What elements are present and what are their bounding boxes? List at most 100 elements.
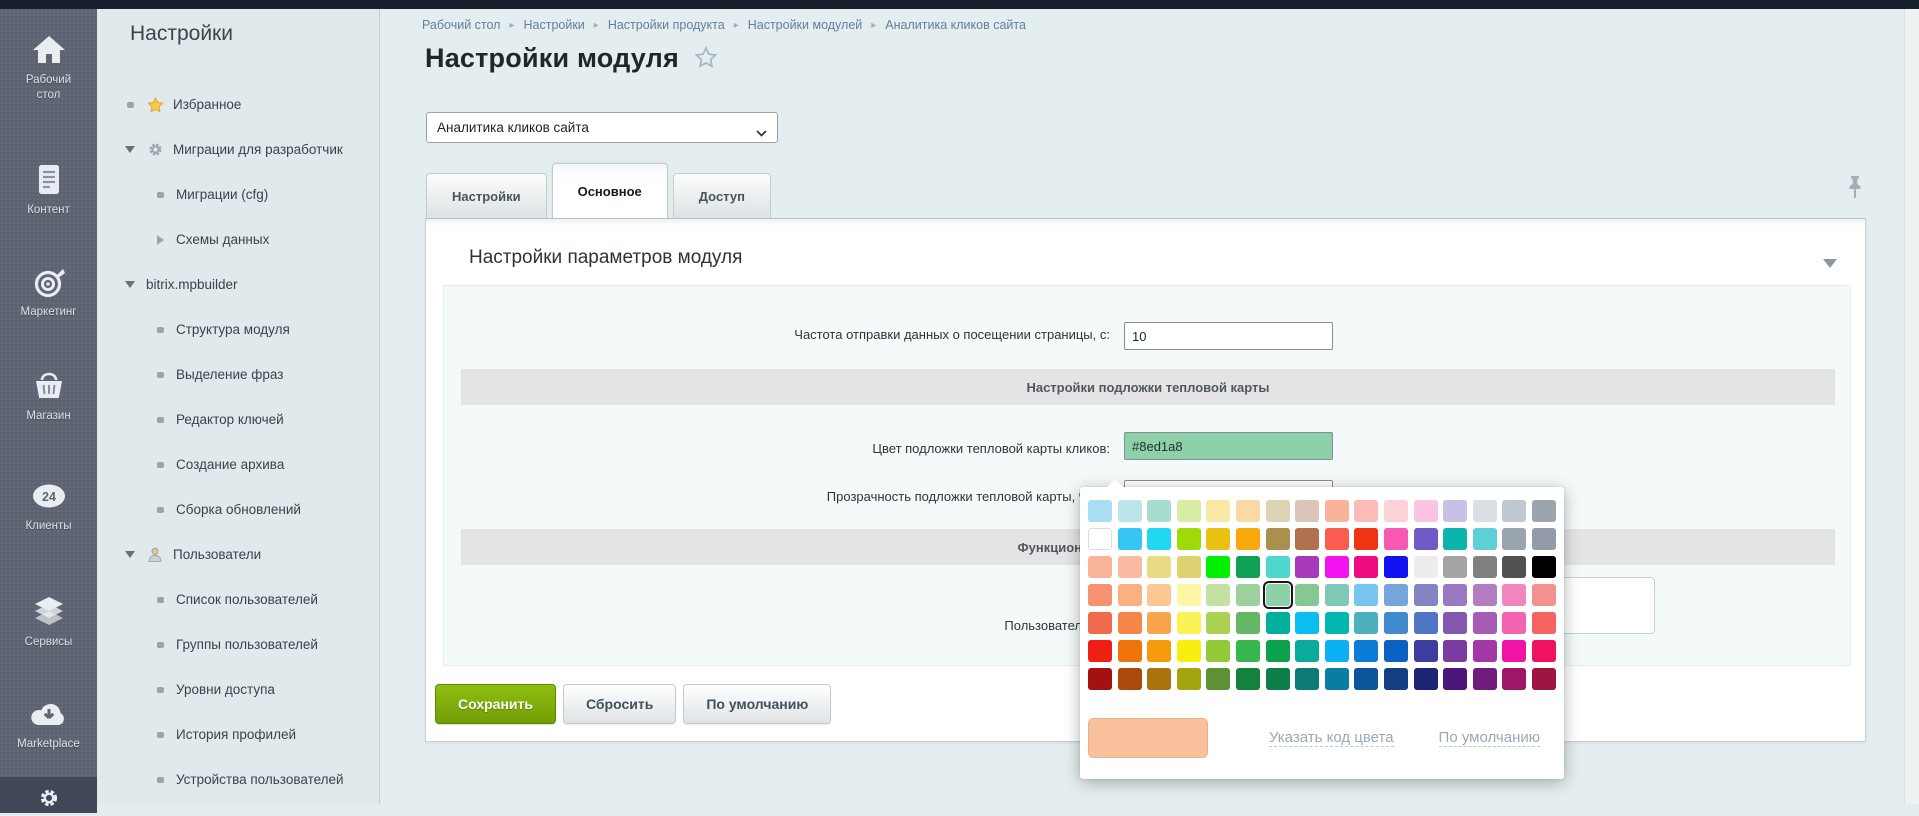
nav-item-13[interactable]: Группы пользователей <box>97 622 379 667</box>
color-swatch[interactable] <box>1147 500 1171 522</box>
color-swatch-selected[interactable] <box>1266 584 1290 606</box>
color-swatch[interactable] <box>1236 584 1260 606</box>
color-swatch[interactable] <box>1325 556 1349 578</box>
color-swatch[interactable] <box>1325 612 1349 634</box>
color-swatch[interactable] <box>1354 584 1378 606</box>
underlay-color-input[interactable] <box>1124 432 1333 460</box>
color-swatch[interactable] <box>1295 584 1319 606</box>
color-swatch[interactable] <box>1384 584 1408 606</box>
color-swatch[interactable] <box>1414 556 1438 578</box>
default-button[interactable]: По умолчанию <box>683 684 831 724</box>
color-swatch[interactable] <box>1177 528 1201 550</box>
color-swatch[interactable] <box>1354 500 1378 522</box>
color-swatch[interactable] <box>1236 500 1260 522</box>
color-swatch[interactable] <box>1502 500 1526 522</box>
expand-arrow-icon[interactable] <box>122 551 138 558</box>
frequency-input[interactable] <box>1124 322 1333 350</box>
color-swatch[interactable] <box>1473 556 1497 578</box>
color-swatch[interactable] <box>1118 640 1142 662</box>
nav-item-14[interactable]: Уровни доступа <box>97 667 379 712</box>
color-swatch[interactable] <box>1147 668 1171 690</box>
nav-item-10[interactable]: Сборка обновлений <box>97 487 379 532</box>
collapse-arrow-icon[interactable] <box>152 235 168 245</box>
color-swatch[interactable] <box>1502 528 1526 550</box>
scrollbar[interactable] <box>1904 9 1919 804</box>
color-swatch[interactable] <box>1206 556 1230 578</box>
color-swatch[interactable] <box>1177 612 1201 634</box>
nav-item-5[interactable]: bitrix.mpbuilder <box>97 262 379 307</box>
color-swatch[interactable] <box>1236 668 1260 690</box>
nav-item-15[interactable]: История профилей <box>97 712 379 757</box>
color-swatch[interactable] <box>1532 500 1556 522</box>
tab-2[interactable]: Основное <box>552 163 668 218</box>
sidebar-item-2[interactable]: Контент <box>0 163 97 218</box>
nav-item-3[interactable]: Миграции (cfg) <box>97 172 379 217</box>
nav-item-6[interactable]: Структура модуля <box>97 307 379 352</box>
color-swatch[interactable] <box>1147 528 1171 550</box>
color-swatch[interactable] <box>1473 612 1497 634</box>
breadcrumb-item-1[interactable]: Рабочий стол <box>422 18 500 32</box>
sidebar-item-6[interactable]: Сервисы <box>0 595 97 650</box>
default-color-link[interactable]: По умолчанию <box>1439 729 1540 747</box>
nav-item-11[interactable]: Пользователи <box>97 532 379 577</box>
color-swatch[interactable] <box>1443 640 1467 662</box>
nav-item-9[interactable]: Создание архива <box>97 442 379 487</box>
color-swatch[interactable] <box>1295 640 1319 662</box>
color-swatch[interactable] <box>1206 668 1230 690</box>
color-swatch[interactable] <box>1177 668 1201 690</box>
color-swatch[interactable] <box>1147 556 1171 578</box>
color-swatch[interactable] <box>1414 584 1438 606</box>
color-swatch[interactable] <box>1118 528 1142 550</box>
nav-item-16[interactable]: Устройства пользователей <box>97 757 379 802</box>
color-swatch[interactable] <box>1414 612 1438 634</box>
color-swatch[interactable] <box>1532 612 1556 634</box>
color-swatch[interactable] <box>1384 668 1408 690</box>
color-swatch[interactable] <box>1088 612 1112 634</box>
tab-1[interactable]: Настройки <box>426 173 547 218</box>
color-swatch[interactable] <box>1088 584 1112 606</box>
color-swatch[interactable] <box>1502 612 1526 634</box>
module-select[interactable]: Аналитика кликов сайта <box>426 112 778 143</box>
color-swatch[interactable] <box>1118 612 1142 634</box>
color-swatch[interactable] <box>1266 612 1290 634</box>
color-swatch[interactable] <box>1502 556 1526 578</box>
color-swatch[interactable] <box>1414 528 1438 550</box>
color-swatch[interactable] <box>1443 584 1467 606</box>
color-swatch[interactable] <box>1236 612 1260 634</box>
color-swatch[interactable] <box>1532 528 1556 550</box>
color-swatch[interactable] <box>1443 612 1467 634</box>
color-swatch[interactable] <box>1354 640 1378 662</box>
color-swatch[interactable] <box>1118 500 1142 522</box>
color-swatch[interactable] <box>1206 500 1230 522</box>
color-swatch[interactable] <box>1473 528 1497 550</box>
color-swatch[interactable] <box>1088 640 1112 662</box>
color-swatch[interactable] <box>1177 584 1201 606</box>
nav-item-7[interactable]: Выделение фраз <box>97 352 379 397</box>
breadcrumb-item-5[interactable]: Аналитика кликов сайта <box>885 18 1026 32</box>
color-swatch[interactable] <box>1354 668 1378 690</box>
color-swatch[interactable] <box>1532 584 1556 606</box>
reset-button[interactable]: Сбросить <box>563 684 676 724</box>
nav-item-4[interactable]: Схемы данных <box>97 217 379 262</box>
collapse-arrow-icon[interactable] <box>1823 259 1837 268</box>
color-swatch[interactable] <box>1414 500 1438 522</box>
color-swatch[interactable] <box>1206 584 1230 606</box>
color-swatch[interactable] <box>1384 640 1408 662</box>
color-swatch[interactable] <box>1088 528 1112 550</box>
color-swatch[interactable] <box>1325 500 1349 522</box>
nav-item-12[interactable]: Список пользователей <box>97 577 379 622</box>
color-swatch[interactable] <box>1206 640 1230 662</box>
color-swatch[interactable] <box>1295 528 1319 550</box>
sidebar-item-7[interactable]: Marketplace <box>0 697 97 752</box>
sidebar-item-settings[interactable] <box>0 777 97 813</box>
color-swatch[interactable] <box>1147 640 1171 662</box>
color-swatch[interactable] <box>1236 556 1260 578</box>
color-swatch[interactable] <box>1532 556 1556 578</box>
color-swatch[interactable] <box>1177 640 1201 662</box>
color-swatch[interactable] <box>1295 500 1319 522</box>
breadcrumb-item-3[interactable]: Настройки продукта <box>608 18 725 32</box>
pin-icon[interactable] <box>1846 175 1864 206</box>
color-swatch[interactable] <box>1414 640 1438 662</box>
nav-item-8[interactable]: Редактор ключей <box>97 397 379 442</box>
color-swatch[interactable] <box>1266 668 1290 690</box>
